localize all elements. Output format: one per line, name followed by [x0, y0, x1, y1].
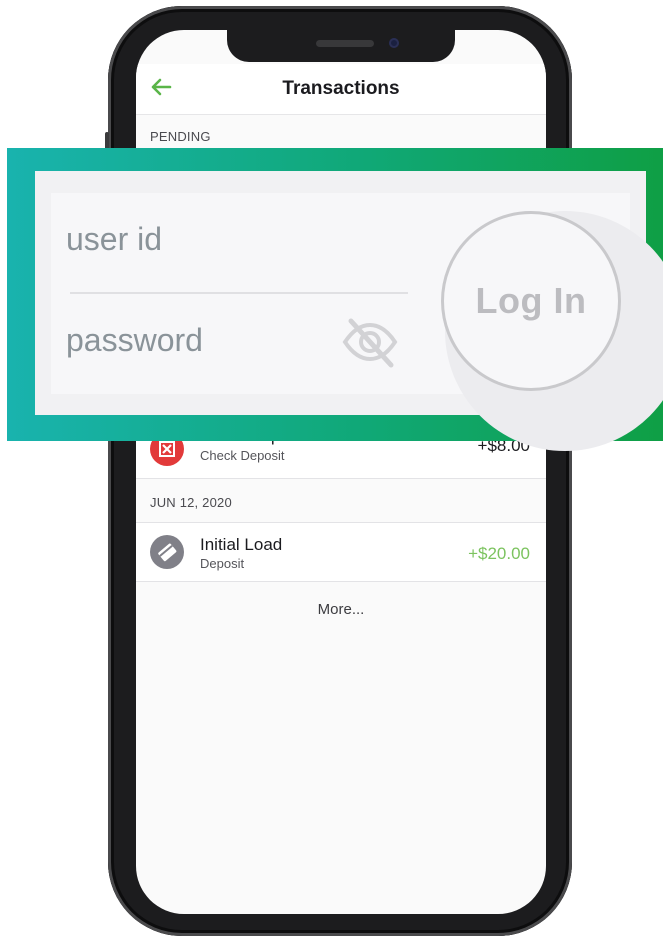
transaction-amount: +$20.00	[468, 544, 530, 563]
user-id-input[interactable]: user id	[66, 221, 162, 258]
transaction-row[interactable]: Initial Load Deposit +$20.00	[136, 522, 546, 582]
speaker-grille	[316, 40, 374, 47]
field-divider	[70, 292, 408, 294]
section-header-pending: PENDING	[150, 129, 211, 144]
password-input[interactable]: password	[66, 322, 203, 359]
nav-bar: Transactions	[136, 64, 546, 115]
page-title: Transactions	[282, 78, 400, 99]
transaction-subtitle: Check Deposit	[200, 448, 285, 463]
transaction-title: Initial Load	[200, 535, 283, 554]
notch	[227, 30, 455, 62]
more-link[interactable]: More...	[136, 601, 546, 618]
section-header-date: JUN 12, 2020	[150, 495, 232, 510]
camera-icon	[389, 38, 399, 48]
card-deposit-icon	[150, 535, 184, 569]
eye-off-icon[interactable]	[339, 311, 401, 373]
transaction-subtitle: Deposit	[200, 556, 245, 571]
login-button[interactable]: Log In	[441, 211, 621, 391]
login-overlay: user id password Log In	[7, 148, 663, 451]
